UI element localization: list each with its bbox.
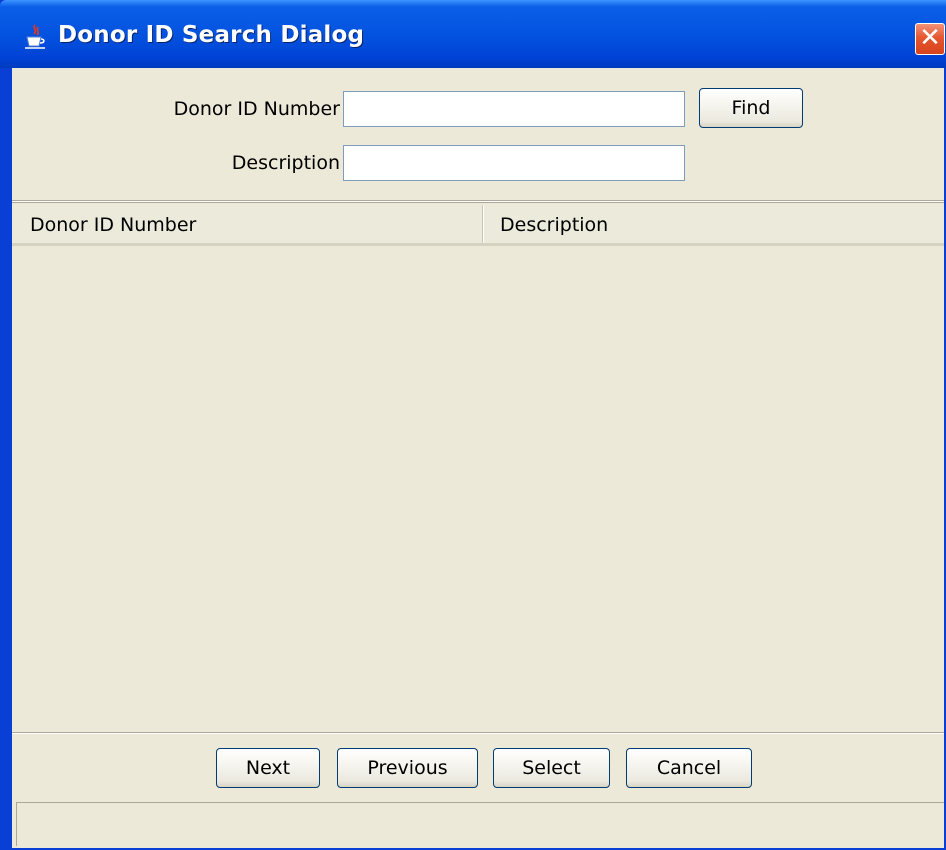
dialog-title: Donor ID Search Dialog [58, 22, 365, 48]
java-cup-icon [25, 24, 45, 49]
donor-id-label: Donor ID Number [173, 98, 340, 120]
dialog-content: Donor ID Number Find Description Donor I… [12, 68, 944, 848]
status-bar [16, 802, 944, 846]
column-header-description[interactable]: Description [483, 205, 944, 243]
select-button[interactable]: Select [493, 748, 610, 788]
close-button[interactable]: ✕ [915, 23, 945, 55]
description-label: Description [231, 152, 340, 174]
close-icon: ✕ [919, 23, 941, 53]
donor-id-input[interactable] [343, 91, 685, 127]
results-table[interactable]: Donor ID Number Description [12, 202, 944, 733]
table-header: Donor ID Number Description [12, 205, 944, 246]
table-body[interactable] [12, 246, 944, 733]
find-button[interactable]: Find [699, 88, 803, 128]
previous-button[interactable]: Previous [337, 748, 478, 788]
description-input[interactable] [343, 145, 685, 181]
title-bar[interactable]: Donor ID Search Dialog ✕ [0, 0, 946, 68]
next-button[interactable]: Next [216, 748, 320, 788]
dialog-window: Donor ID Search Dialog ✕ Donor ID Number… [0, 0, 946, 850]
button-bar: Next Previous Select Cancel [12, 732, 944, 803]
cancel-button[interactable]: Cancel [626, 748, 752, 788]
search-panel: Donor ID Number Find Description [12, 68, 944, 201]
column-header-donor-id[interactable]: Donor ID Number [12, 205, 483, 243]
